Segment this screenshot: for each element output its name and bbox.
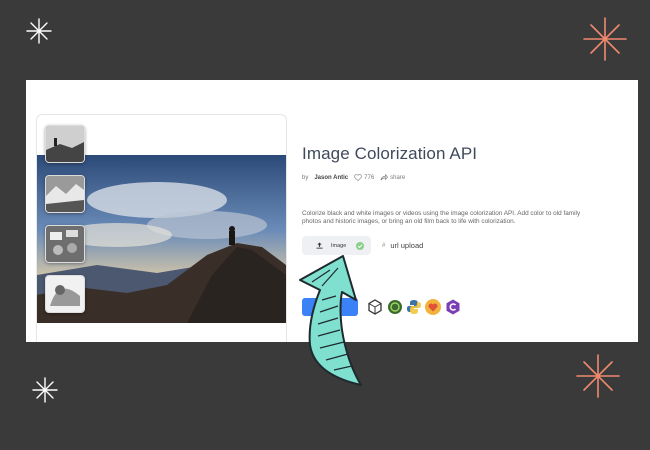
share-button[interactable]: share [380,174,405,181]
thumbnail-2[interactable] [45,175,85,213]
heart-icon [354,174,362,181]
thumbnail-4[interactable] [45,275,85,313]
author-link[interactable]: Jason Antic [314,175,348,181]
csharp-sdk-icon[interactable] [445,299,461,315]
sparkle-orange-bottom-right-icon [576,354,620,398]
sparkle-orange-top-right-icon [583,17,627,61]
image-preview-panel [36,114,287,342]
upload-icon [316,242,323,249]
thumbnail-3[interactable] [45,225,85,263]
thumbnail-1[interactable] [45,125,85,163]
run-button[interactable] [302,298,358,316]
author-prefix: by [302,174,309,181]
share-label: share [390,174,406,181]
image-button-label: Image [331,242,347,249]
image-upload-button[interactable]: Image [302,236,371,255]
description: Colorize black and white images or video… [302,210,581,225]
swift-sdk-icon[interactable] [425,299,441,315]
sparkle-white-top-left-icon [26,18,52,44]
url-hash-icon: # [382,242,386,249]
meta-row: by Jason Antic 776 share [302,174,405,181]
thumbnail-list [45,125,85,325]
url-upload-label: url upload [390,241,424,250]
url-upload-option[interactable]: # url upload [382,241,423,250]
page-title: Image Colorization API [302,144,478,163]
nodejs-sdk-icon[interactable] [387,299,403,315]
share-icon [380,174,389,181]
website-screenshot: Image Colorization API by Jason Antic 77… [26,80,638,342]
cube-sdk-icon[interactable] [367,299,383,315]
sparkle-white-bottom-left-icon [32,377,58,403]
check-circle-icon [356,241,365,250]
like-button[interactable]: 776 [354,174,374,181]
like-count: 776 [364,174,375,181]
python-sdk-icon[interactable] [406,299,422,315]
